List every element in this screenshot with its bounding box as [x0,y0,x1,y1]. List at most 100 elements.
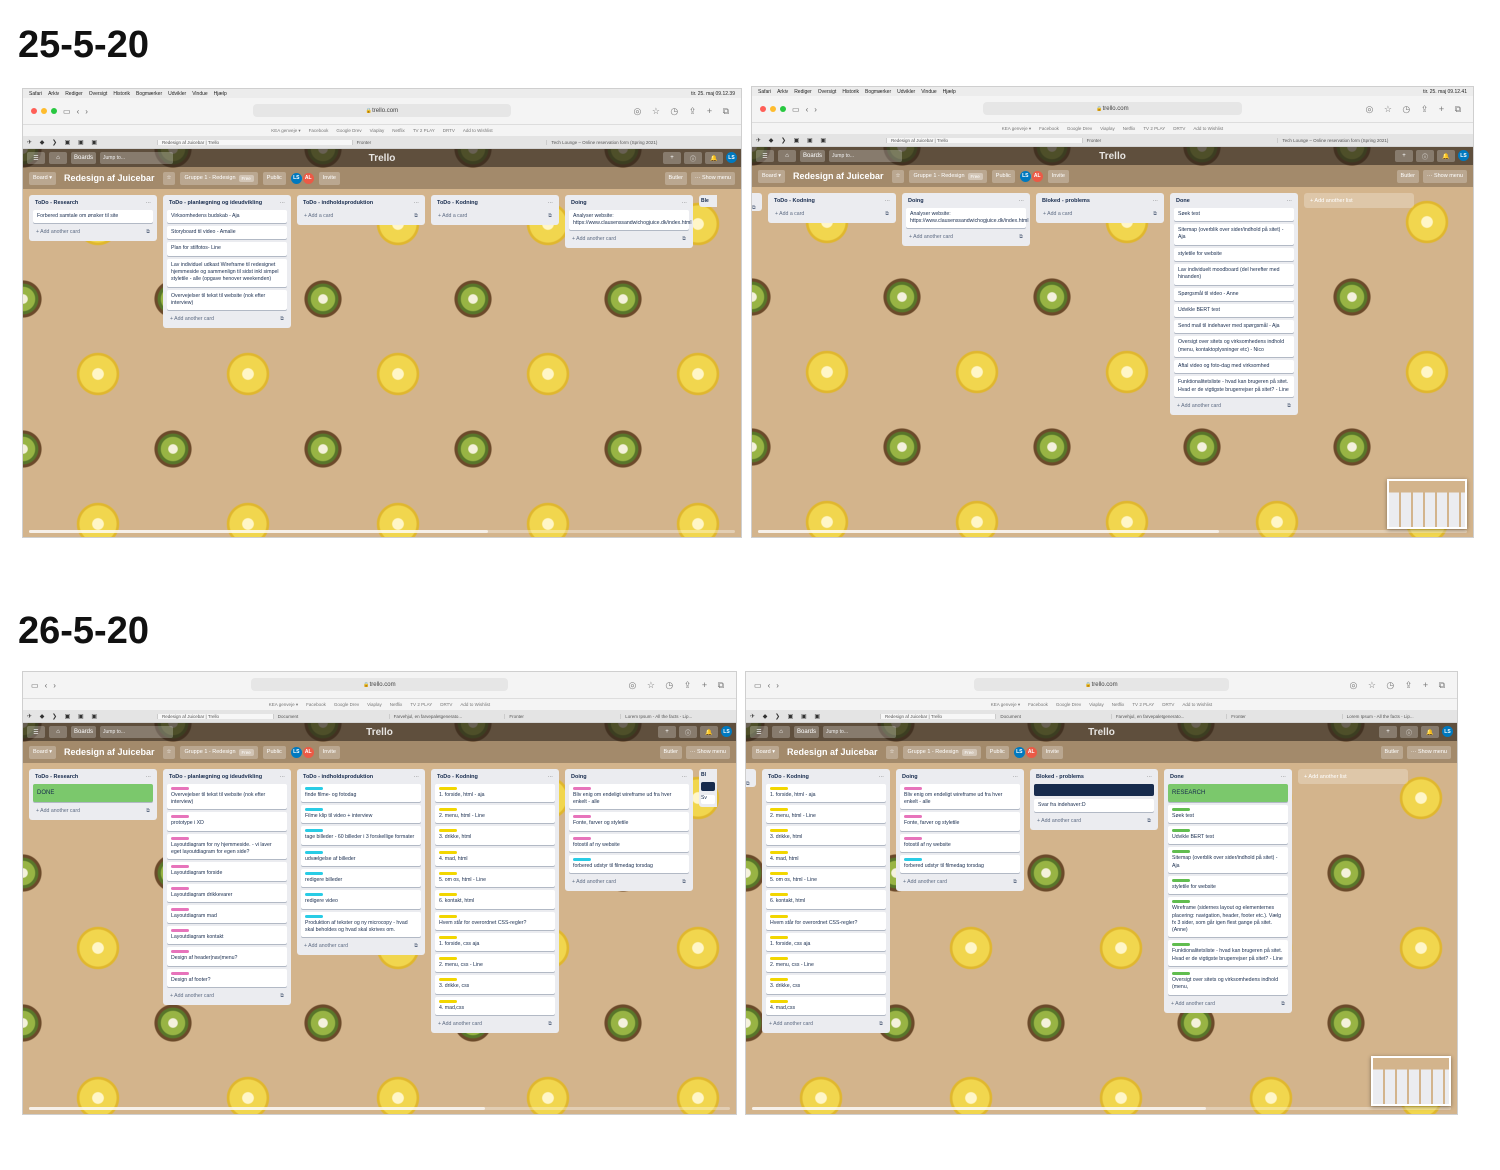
add-card-button[interactable]: + Add a card ⧉ [1040,208,1160,221]
browser-tab[interactable]: Redesign af Juicebar | Trello [157,140,352,145]
trello-list[interactable]: ⧉ [752,193,762,211]
scrollbar-thumb[interactable] [29,1107,485,1110]
menubar-item[interactable]: Vindue [192,91,207,97]
bookmark-link[interactable]: DRTV [440,702,452,707]
pinned-tabs[interactable]: ✈ ◆ ❯ ▣ ▣ ▣ [746,713,880,720]
menubar-item[interactable]: Hjælp [214,91,227,97]
invite-button[interactable]: Invite [1041,745,1063,759]
menubar-item[interactable]: Historik [113,91,130,97]
list-title[interactable]: Done [1170,774,1184,781]
list-title[interactable]: ToDo - indholdsproduktion [303,774,373,781]
trello-card[interactable]: Wireframe (sidernes layout og elementern… [1168,897,1288,938]
list-title[interactable]: ToDo - planlægning og ideudvikling [169,200,262,207]
list-title[interactable]: ToDo - Kodning [774,198,815,205]
trello-card[interactable]: Lav individuelt moodboard (del herefter … [1174,264,1294,285]
list-menu-icon[interactable]: ··· [682,200,688,207]
trello-card[interactable]: Storyboard til video - Amalie [167,226,287,240]
trello-card[interactable]: Funktionalitetsliste - hvad kan brugeren… [1168,940,1288,966]
trello-card[interactable]: 3. drikke, css [766,975,886,994]
member-avatar[interactable]: LS [290,172,302,184]
trello-card[interactable]: tage billeder - 60 billeder i 3 forskell… [301,826,421,845]
bookmark-link[interactable]: Viaplay [367,702,382,707]
trello-card[interactable]: 3. drikke, html [435,826,555,845]
forward-icon[interactable]: › [776,681,779,690]
toolbar-icons[interactable]: ◎ ☆ ◷ ⇪ + ⧉ [629,680,729,691]
toolbar-icons[interactable]: ◎ ☆ ◷ ⇪ + ⧉ [634,106,734,117]
cover-card[interactable]: RESEARCH [1168,783,1288,802]
bookmark-link[interactable]: Viaplay [370,128,385,133]
trello-card[interactable]: Fonte, farver og styletile [569,812,689,831]
trello-card[interactable]: Bliv enig om endeligt wireframe ud fra h… [900,783,1020,810]
scrollbar-thumb[interactable] [29,530,488,533]
card-template-icon[interactable]: ⧉ [1019,234,1023,241]
invite-button[interactable]: Invite [318,745,340,759]
menubar-item[interactable]: Udvikler [168,91,186,97]
trello-card[interactable]: Funktionalitetsliste - hvad kan brugeren… [1174,376,1294,397]
add-card-button[interactable]: + Add another card ⧉ [766,1018,886,1031]
boards-button[interactable]: Boards [794,726,820,738]
trello-card[interactable]: Bliv enig om endeligt wireframe ud fra h… [569,783,689,810]
trello-card[interactable]: Design af footer? [167,968,287,987]
invite-button[interactable]: Invite [318,171,340,185]
toolbar-icons[interactable]: ◎ ☆ ◷ ⇪ + ⧉ [1366,104,1466,115]
trello-card[interactable]: Sitemap (overblik over sider/indhold på … [1174,224,1294,245]
address-bar[interactable]: 🔒 trello.com [251,678,508,691]
member-avatar[interactable]: LS [1019,170,1031,182]
bookmark-link[interactable]: Viaplay [1100,126,1115,131]
address-bar[interactable]: 🔒 trello.com [982,102,1243,115]
browser-tab[interactable]: Fronter [351,140,547,145]
butler-button[interactable]: Butler [1380,745,1403,759]
browser-tab[interactable]: Document [272,714,389,719]
trello-card[interactable]: udvælgelse af billeder [301,847,421,866]
trello-card[interactable]: Forbered samtale om ønsker til site [33,209,153,224]
list-menu-icon[interactable]: ··· [280,200,286,207]
trello-card[interactable]: Overvejelser til tekst til website (nok … [167,783,287,810]
menubar-item[interactable]: Historik [842,89,859,95]
horizontal-scrollbar[interactable] [29,1107,730,1110]
bell-icon[interactable]: 🔔 [1437,150,1455,162]
list-menu-icon[interactable]: ··· [146,200,152,207]
trello-card[interactable]: Analyser website: https://www.clausenssa… [906,207,1029,229]
window-button[interactable] [760,106,766,112]
trello-card[interactable]: forbered udstyr til filmedag torsdag [569,855,689,874]
address-bar[interactable]: 🔒 trello.com [252,104,512,117]
bookmark-link[interactable]: TV 2 PLAY [410,702,432,707]
user-avatar[interactable]: LS [726,152,737,163]
bookmark-link[interactable]: Netflix [392,128,405,133]
bell-icon[interactable]: 🔔 [705,152,723,164]
browser-tab[interactable]: Fronter [1226,714,1341,719]
trello-logo[interactable]: Trello [366,727,393,738]
trello-card[interactable]: 4. mad,css [766,996,886,1015]
trello-card[interactable]: 4. mad,css [435,996,555,1015]
browser-tab[interactable]: Lorem Ipsum - All the facts - Lip... [1341,714,1457,719]
create-icon[interactable]: + [663,152,681,164]
trello-card[interactable]: Hvem står for overordnet CSS-regler? [766,911,886,930]
screenshot-thumbnail[interactable] [1371,1056,1451,1106]
member-avatars[interactable]: LS AL [290,746,314,758]
trello-card[interactable]: 5. om os, html - Line [435,869,555,888]
trello-logo[interactable]: Trello [1099,151,1126,162]
bookmark-link[interactable]: KEA genveje ▾ [1002,126,1031,132]
create-icon[interactable]: + [1379,726,1397,738]
menubar-item[interactable]: Hjælp [943,89,956,95]
trello-card[interactable]: 2. menu, html - Line [435,805,555,824]
card-template-icon[interactable]: ⧉ [879,1021,883,1028]
scrollbar-thumb[interactable] [758,530,1219,533]
star-icon[interactable]: ☆ [891,169,905,183]
list-menu-icon[interactable]: ··· [548,774,554,781]
list-title[interactable]: ToDo - Research [35,200,78,207]
toolbar-icons[interactable]: ◎ ☆ ◷ ⇪ + ⧉ [1350,680,1450,691]
trello-card[interactable]: 4. mad, html [435,847,555,866]
trello-card[interactable]: Aftal video og foto-dag med virksomhed [1174,359,1294,374]
menubar-item[interactable]: Vindue [921,89,936,95]
trello-card[interactable] [701,782,715,791]
bookmark-link[interactable]: Google Drev [1067,126,1092,131]
trello-card[interactable]: styletile for website [1168,876,1288,895]
menubar-item[interactable]: Rediger [794,89,812,95]
trello-card[interactable]: Layoutdiagram mad [167,904,287,924]
forward-icon[interactable]: › [85,107,88,116]
browser-tab[interactable]: Tech Lounge – Online reservation form (S… [1277,138,1473,143]
bookmark-link[interactable]: TV 2 PLAY [1132,702,1154,707]
trello-logo[interactable]: Trello [1088,727,1115,738]
list-menu-icon[interactable]: ··· [548,200,554,207]
